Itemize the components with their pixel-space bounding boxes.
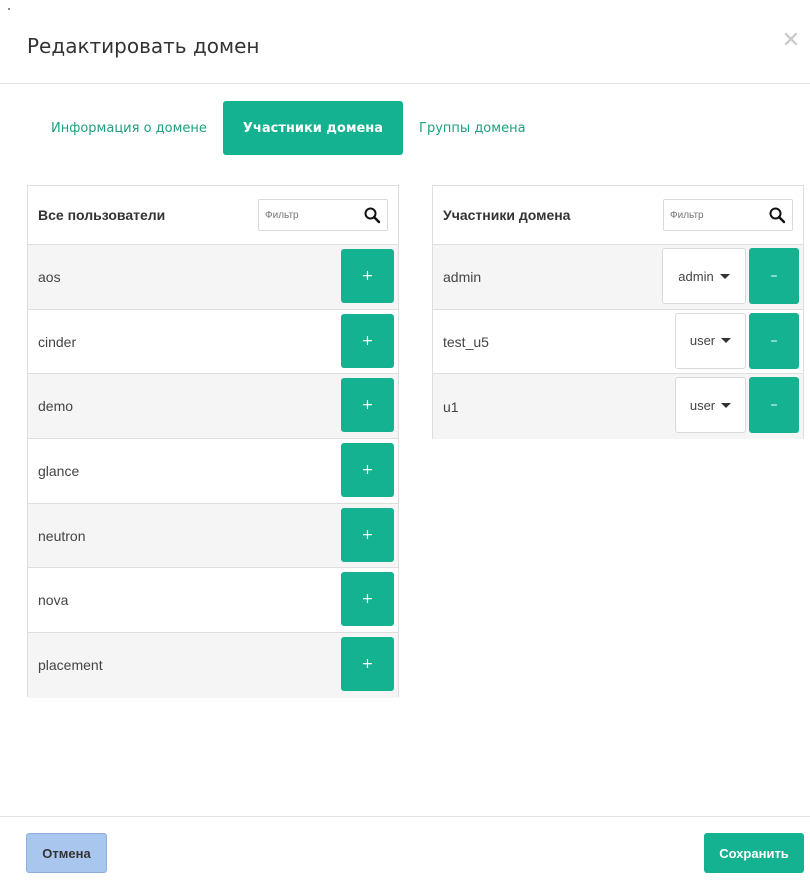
remove-member-button[interactable]: – — [749, 377, 799, 434]
user-row: glance + — [28, 439, 398, 504]
add-user-button[interactable]: + — [341, 507, 394, 562]
caret-down-icon — [719, 273, 730, 279]
cancel-button[interactable]: Отмена — [26, 833, 107, 873]
user-row: aos + — [28, 245, 398, 310]
dialog-header: Редактировать домен ✕ — [0, 0, 810, 84]
tab-bar: Информация о домене Участники домена Гру… — [35, 101, 542, 155]
role-select[interactable]: admin — [662, 248, 746, 304]
members-header: Участники домена — [433, 186, 803, 245]
domain-members-panel: Участники домена admin admin – test_u5 — [432, 185, 804, 440]
edit-domain-dialog: Редактировать домен ✕ Информация о домен… — [0, 0, 810, 883]
dialog-footer — [0, 816, 810, 883]
remove-member-button[interactable]: – — [749, 248, 799, 304]
tab-domain-members[interactable]: Участники домена — [222, 101, 404, 155]
role-value: user — [689, 333, 716, 349]
user-row: placement + — [28, 633, 398, 698]
members-filter — [663, 199, 793, 231]
member-name: test_u5 — [443, 333, 489, 350]
add-user-button[interactable]: + — [341, 313, 394, 368]
all-users-panel: Все пользователи aos + cinder + demo + — [27, 185, 399, 698]
all-users-list: aos + cinder + demo + glance + neutron +… — [28, 245, 398, 698]
remove-member-button[interactable]: – — [749, 312, 799, 369]
member-row: admin admin – — [433, 245, 803, 310]
role-select[interactable]: user — [675, 312, 746, 369]
members-list: admin admin – test_u5 user – u1 user – — [433, 245, 803, 440]
user-row: neutron + — [28, 503, 398, 569]
role-select[interactable]: user — [675, 377, 746, 434]
all-users-header: Все пользователи — [28, 186, 398, 245]
user-name: cinder — [38, 333, 77, 350]
add-user-button[interactable]: + — [341, 443, 394, 498]
add-user-button[interactable]: + — [341, 572, 394, 627]
user-name: placement — [38, 657, 103, 674]
user-name: demo — [38, 398, 74, 415]
all-users-filter — [258, 199, 388, 231]
user-name: aos — [38, 268, 61, 285]
user-name: neutron — [38, 527, 86, 544]
member-row: u1 user – — [433, 374, 803, 440]
save-button[interactable]: Сохранить — [704, 833, 804, 873]
caret-down-icon — [721, 338, 732, 344]
search-icon[interactable] — [768, 206, 786, 224]
members-title: Участники домена — [443, 207, 571, 223]
user-row: demo + — [28, 374, 398, 440]
member-name: u1 — [443, 398, 459, 415]
add-user-button[interactable]: + — [341, 249, 394, 303]
all-users-filter-input[interactable] — [259, 201, 359, 229]
dialog-title: Редактировать домен — [27, 34, 260, 58]
tab-domain-info[interactable]: Информация о домене — [35, 101, 223, 155]
role-value: admin — [678, 268, 714, 284]
role-value: user — [689, 397, 716, 413]
search-icon[interactable] — [363, 206, 381, 224]
add-user-button[interactable]: + — [341, 378, 394, 433]
user-row: cinder + — [28, 309, 398, 375]
tab-domain-groups[interactable]: Группы домена — [403, 101, 541, 155]
close-icon[interactable]: ✕ — [780, 30, 802, 52]
members-filter-input[interactable] — [664, 201, 764, 229]
add-user-button[interactable]: + — [341, 637, 394, 692]
member-row: test_u5 user – — [433, 309, 803, 375]
member-name: admin — [443, 268, 482, 285]
caret-down-icon — [721, 402, 732, 408]
user-name: glance — [38, 462, 80, 479]
user-row: nova + — [28, 568, 398, 634]
user-name: nova — [38, 592, 69, 609]
all-users-title: Все пользователи — [38, 207, 166, 223]
